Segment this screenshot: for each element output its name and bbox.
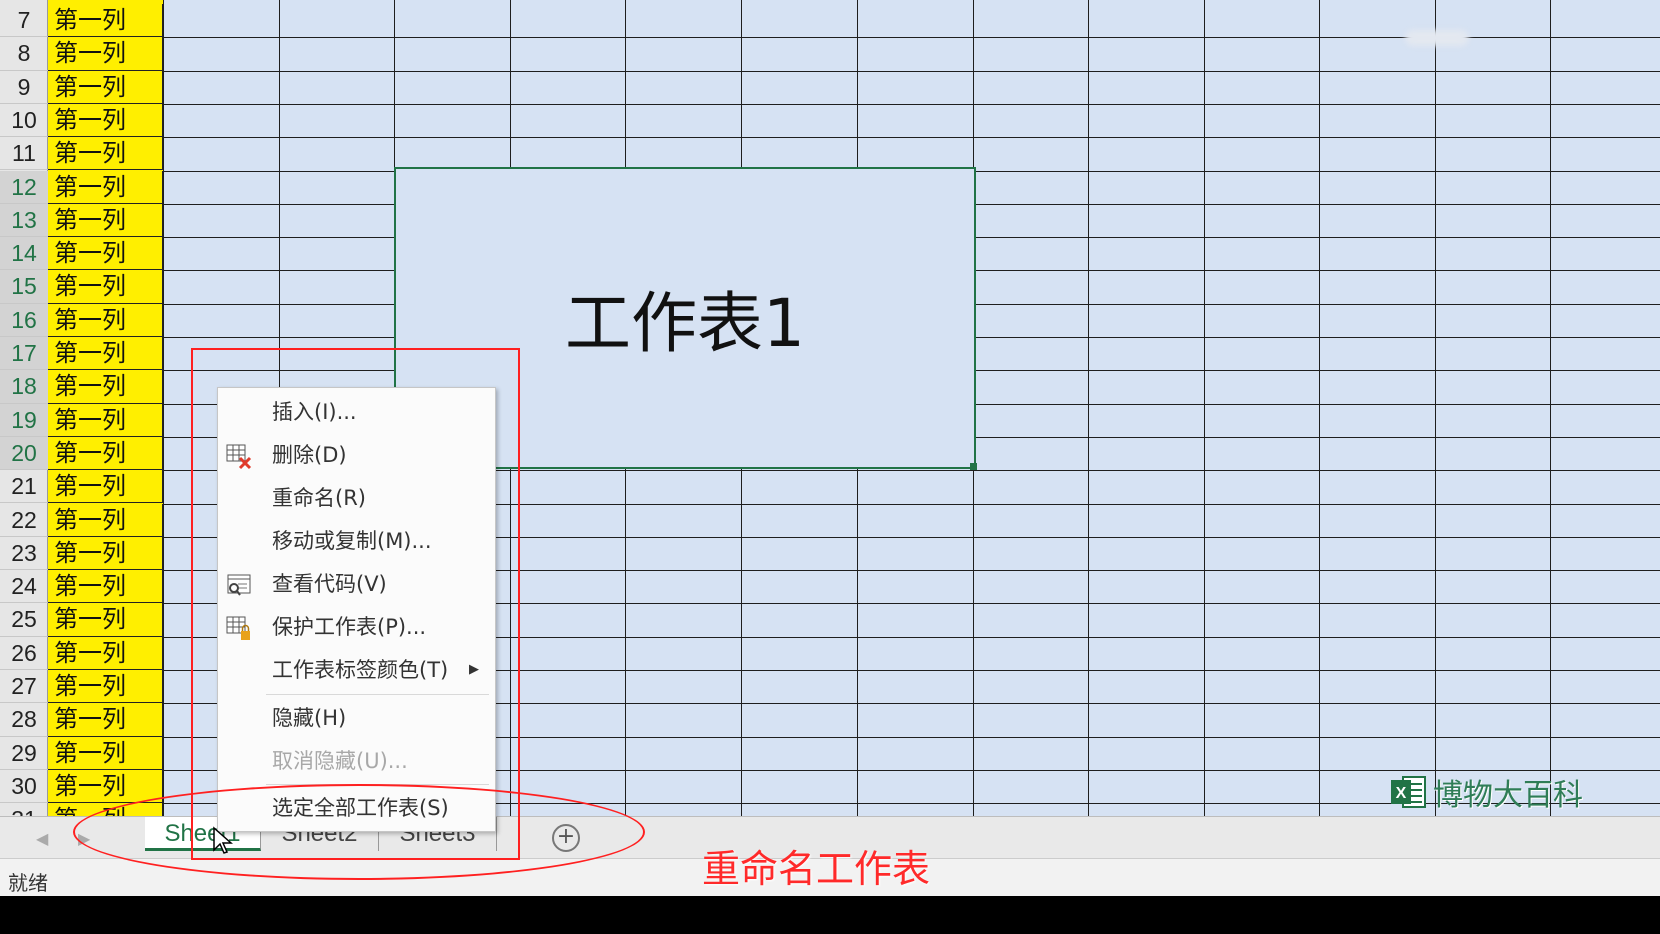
cell-column-a[interactable]: 第一列 [48,170,163,204]
row-header[interactable]: 7 [0,4,48,38]
cell-column-a[interactable]: 第一列 [48,470,163,504]
cell-column-a[interactable]: 第一列 [48,436,163,471]
cell-column-a[interactable]: 第一列 [48,636,163,670]
row-header[interactable]: 24 [0,570,48,604]
row-header[interactable]: 19 [0,403,48,437]
cell-column-a[interactable]: 第一列 [48,237,163,271]
row-header-column[interactable]: 7 8 9 10 11 12 13 14 15 16 17 18 19 20 21 22 23 24 25 26 27 2… [0,0,48,816]
scroll-left-icon[interactable]: ◀ [36,829,48,848]
cell-column-a[interactable]: 第一列 [48,403,163,437]
row-header[interactable]: 17 [0,337,48,371]
cell-column-a[interactable]: 第一列 [48,70,163,104]
row-header[interactable]: 31 [0,803,48,816]
row-header[interactable]: 11 [0,137,48,171]
merged-cell-text: 工作表1 [565,285,805,362]
row-header[interactable]: 21 [0,470,48,504]
row-header[interactable]: 13 [0,203,48,238]
row-header[interactable]: 27 [0,670,48,704]
row-header[interactable]: 23 [0,537,48,571]
cell-column-a[interactable]: 第一列 [48,570,163,604]
annotation-ellipse [73,784,645,880]
cell-column-a[interactable]: 第一列 [48,137,163,171]
row-header[interactable]: 26 [0,637,48,670]
row-header[interactable]: 29 [0,737,48,770]
cell-column-a[interactable]: 第一列 [48,536,163,571]
cell-column-a[interactable]: 第一列 [48,736,163,770]
row-header[interactable]: 25 [0,603,48,637]
row-header[interactable]: 12 [0,170,48,204]
row-header[interactable]: 28 [0,703,48,737]
excel-logo-icon: X [1389,774,1427,810]
cell-column-a[interactable]: 第一列 [48,37,163,71]
watermark: X 博物大百科 [1389,772,1583,813]
status-text: 就绪 [8,871,48,895]
row-header[interactable]: 15 [0,270,48,304]
cell-column-a[interactable]: 第一列 [48,303,163,337]
fill-handle[interactable] [970,463,977,470]
cell-column-a[interactable]: 第一列 [48,4,163,38]
svg-text:X: X [1396,785,1407,802]
cell-column-a[interactable]: 第一列 [48,603,163,637]
cell-column-a[interactable]: 第一列 [48,337,163,371]
cell-column-a[interactable]: 第一列 [48,670,163,704]
cell-column-a[interactable]: 第一列 [48,203,163,238]
row-header[interactable]: 9 [0,71,48,104]
cell-column-a[interactable]: 第一列 [48,370,163,404]
cell-column-a[interactable]: 第一列 [48,769,163,804]
mouse-cursor-icon [213,826,233,854]
bottom-border [0,896,1660,934]
row-header[interactable]: 22 [0,504,48,537]
row-header[interactable]: 18 [0,370,48,404]
cell-column-a[interactable]: 第一列 [48,103,163,138]
annotation-caption: 重命名工作表 [702,847,931,891]
row-header[interactable]: 10 [0,104,48,138]
blurred-artifact [1405,30,1469,46]
row-header[interactable]: 8 [0,37,48,71]
cell-column-a[interactable]: 第一列 [48,270,163,304]
row-header[interactable]: 14 [0,237,48,271]
watermark-text: 博物大百科 [1433,778,1583,813]
row-header[interactable]: 20 [0,436,48,471]
row-header[interactable]: 30 [0,770,48,804]
row-header[interactable]: 16 [0,303,48,337]
cell-column-a[interactable]: 第一列 [48,703,163,737]
cell-column-a[interactable]: 第一列 [48,503,163,537]
